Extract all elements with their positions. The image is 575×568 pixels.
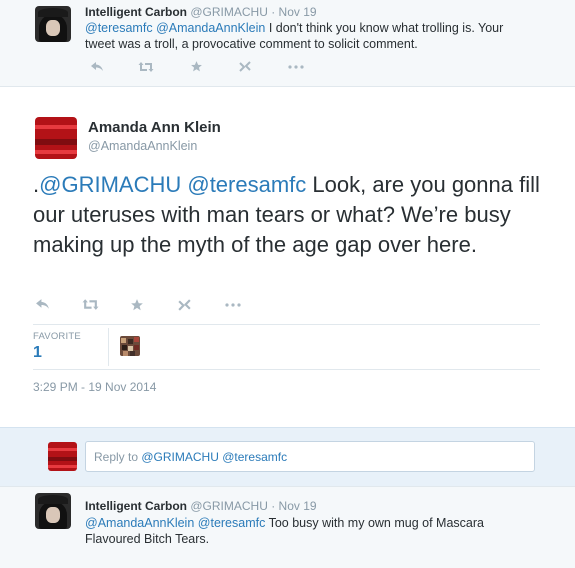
tweet-intelligent-carbon-1[interactable]: Intelligent Carbon @GRIMACHU · Nov 19 @t… (0, 0, 575, 87)
reply-icon[interactable] (90, 60, 104, 76)
avatar-decoration (35, 139, 77, 145)
divider (33, 369, 540, 370)
avatar-decoration (35, 150, 77, 154)
username[interactable]: @GRIMACHU (190, 5, 268, 19)
retweet-icon[interactable] (82, 298, 99, 314)
mention-link[interactable]: @teresamfc (85, 21, 153, 35)
avatar-hat (38, 495, 68, 504)
avatar-decoration (35, 125, 77, 129)
tweet-header: Intelligent Carbon @GRIMACHU · Nov 19 (85, 499, 317, 513)
separator: · (271, 5, 276, 19)
stats-separator (108, 328, 109, 366)
reply-mention: @GRIMACHU (141, 450, 219, 464)
tweet-intelligent-carbon-2[interactable]: Intelligent Carbon @GRIMACHU · Nov 19 @A… (0, 486, 575, 568)
avatar-face (46, 507, 60, 523)
reply-mention: @teresamfc (222, 450, 288, 464)
username[interactable]: @AmandaAnnKlein (88, 139, 197, 153)
favoriter-avatar[interactable] (120, 336, 140, 356)
current-user-avatar[interactable] (48, 442, 77, 471)
tweet-text: @teresamfc @AmandaAnnKlein I don't think… (85, 20, 535, 52)
mention-link[interactable]: @AmandaAnnKlein (85, 516, 194, 530)
more-icon[interactable] (288, 60, 304, 76)
avatar-face (46, 20, 60, 36)
pocket-icon[interactable] (238, 60, 252, 76)
display-name[interactable]: Intelligent Carbon (85, 5, 187, 19)
tweet-header: Intelligent Carbon @GRIMACHU · Nov 19 (85, 5, 317, 19)
mention-link[interactable]: @GRIMACHU (39, 172, 181, 197)
star-icon[interactable] (190, 60, 203, 76)
display-name[interactable]: Intelligent Carbon (85, 499, 187, 513)
avatar-intelligent-carbon[interactable] (35, 6, 71, 42)
tweet-amanda-ann-klein: Amanda Ann Klein @AmandaAnnKlein .@GRIMA… (0, 87, 575, 427)
reply-section: Reply to @GRIMACHU @teresamfc (0, 427, 575, 487)
reply-icon[interactable] (35, 298, 50, 314)
separator: · (271, 499, 276, 513)
display-name[interactable]: Amanda Ann Klein (88, 119, 221, 136)
tweet-date[interactable]: Nov 19 (279, 499, 317, 513)
favorite-label: FAVORITE (33, 331, 81, 342)
tweet-timestamp[interactable]: 3:29 PM - 19 Nov 2014 (33, 380, 156, 394)
reply-input[interactable]: Reply to @GRIMACHU @teresamfc (85, 441, 535, 472)
star-icon[interactable] (130, 298, 144, 315)
tweet-text: @AmandaAnnKlein @teresamfc Too busy with… (85, 515, 535, 547)
avatar-hat (38, 8, 68, 17)
pocket-icon[interactable] (177, 298, 192, 315)
retweet-icon[interactable] (138, 60, 154, 76)
divider (33, 324, 540, 325)
avatar-decoration (48, 465, 77, 468)
avatar-decoration (48, 457, 77, 461)
avatar-intelligent-carbon[interactable] (35, 493, 71, 529)
favorite-count[interactable]: 1 (33, 344, 42, 362)
mention-link[interactable]: @teresamfc (187, 172, 306, 197)
tweet-date[interactable]: Nov 19 (279, 5, 317, 19)
more-icon[interactable] (225, 298, 241, 314)
mention-link[interactable]: @teresamfc (198, 516, 266, 530)
mention-link[interactable]: @AmandaAnnKlein (156, 21, 265, 35)
tweet-text: .@GRIMACHU @teresamfc Look, are you gonn… (33, 170, 548, 260)
avatar-amanda-ann-klein[interactable] (35, 117, 77, 159)
username[interactable]: @GRIMACHU (190, 499, 268, 513)
avatar-decoration (48, 448, 77, 451)
reply-prefix: Reply to (94, 450, 142, 464)
